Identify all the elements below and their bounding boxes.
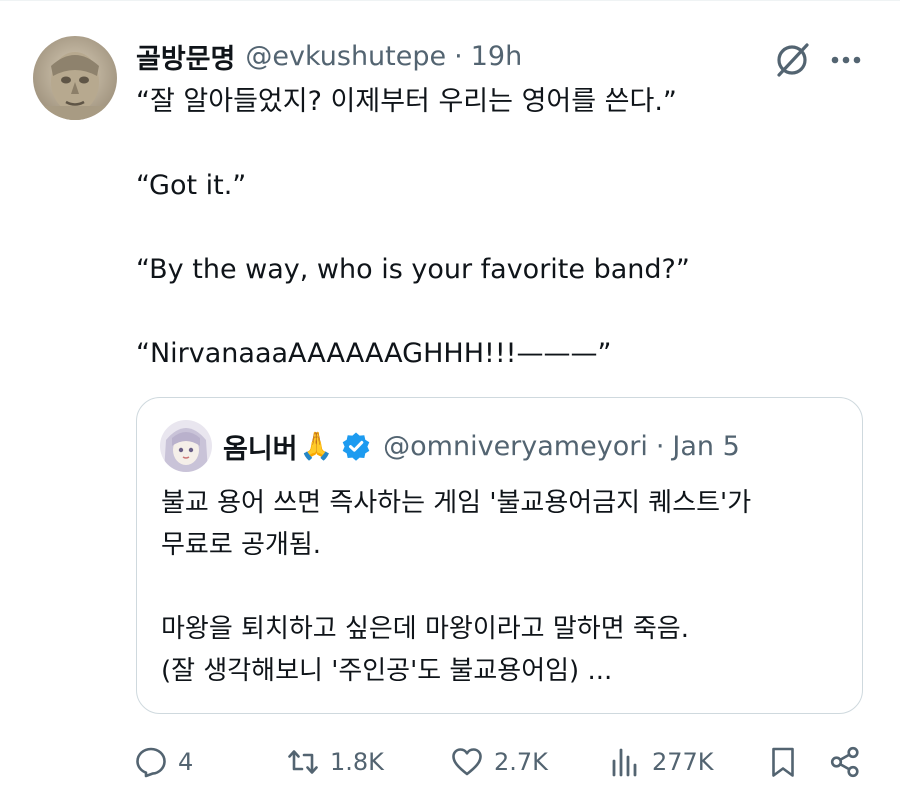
- quote-line: (잘 생각해보니 '주인공'도 불교용어임) ...: [161, 656, 613, 686]
- reply-icon: [136, 747, 166, 778]
- avatar[interactable]: [33, 36, 117, 120]
- tweet-line: “Got it.”: [136, 170, 247, 201]
- like-button[interactable]: 2.7K: [450, 740, 548, 784]
- quote-avatar[interactable]: [160, 420, 212, 472]
- quote-header: 옴니버 🙏 @omniveryameyori · Jan 5: [223, 424, 740, 468]
- views-icon: [612, 748, 637, 777]
- tweet[interactable]: 골방문명 @evkushutepe · 19h “잘 알아들었지? 이제부터 우…: [0, 0, 900, 796]
- folded-hands-emoji: 🙏: [299, 431, 334, 462]
- handle[interactable]: @evkushutepe: [245, 41, 446, 72]
- repost-count: 1.8K: [330, 748, 384, 776]
- tweet-line: “NirvanaaaAAAAAAGHHH!!!———”: [136, 338, 612, 369]
- tweet-text: “잘 알아들었지? 이제부터 우리는 영어를 쓴다.” “Got it.” “B…: [136, 82, 876, 374]
- quote-display-name[interactable]: 옴니버: [223, 427, 298, 466]
- grok-icon[interactable]: [770, 38, 814, 82]
- separator-dot: ·: [655, 430, 665, 462]
- display-name[interactable]: 골방문명: [136, 37, 235, 76]
- timestamp[interactable]: 19h: [471, 41, 522, 72]
- bookmark-icon: [772, 747, 794, 777]
- quoted-tweet[interactable]: 옴니버 🙏 @omniveryameyori · Jan 5 불교 용어 쓰면 …: [136, 397, 863, 714]
- reply-count: 4: [178, 748, 194, 776]
- quote-handle[interactable]: @omniveryameyori: [383, 431, 648, 462]
- separator-dot: ·: [454, 40, 463, 72]
- anime-avatar-icon: [160, 420, 212, 472]
- repost-button[interactable]: 1.8K: [286, 740, 384, 784]
- views-button[interactable]: 277K: [608, 740, 714, 784]
- bookmark-button[interactable]: [766, 740, 800, 784]
- quote-line: 불교 용어 쓰면 즉사하는 게임 '불교용어금지 퀘스트'가: [161, 488, 752, 518]
- repost-icon: [288, 750, 318, 774]
- stone-head-avatar-icon: [33, 36, 117, 120]
- views-count: 277K: [652, 748, 714, 776]
- verified-badge-icon: [342, 432, 370, 461]
- action-bar: 4 1.8K 2.7K 277K: [134, 740, 874, 784]
- tweet-line: “잘 알아들었지? 이제부터 우리는 영어를 쓴다.”: [136, 86, 677, 117]
- like-count: 2.7K: [494, 748, 548, 776]
- quote-text: 불교 용어 쓰면 즉사하는 게임 '불교용어금지 퀘스트'가 무료로 공개됨. …: [161, 482, 851, 692]
- quote-line: 무료로 공개됨.: [161, 530, 322, 560]
- quote-timestamp[interactable]: Jan 5: [672, 431, 739, 462]
- more-icon[interactable]: [826, 42, 866, 78]
- quote-line: 마왕을 퇴치하고 싶은데 마왕이라고 말하면 죽음.: [161, 614, 689, 644]
- share-icon: [830, 746, 859, 778]
- tweet-header: 골방문명 @evkushutepe · 19h: [136, 36, 522, 76]
- tweet-line: “By the way, who is your favorite band?”: [136, 254, 690, 285]
- heart-icon: [452, 748, 482, 776]
- share-button[interactable]: [828, 740, 862, 784]
- reply-button[interactable]: 4: [134, 740, 193, 784]
